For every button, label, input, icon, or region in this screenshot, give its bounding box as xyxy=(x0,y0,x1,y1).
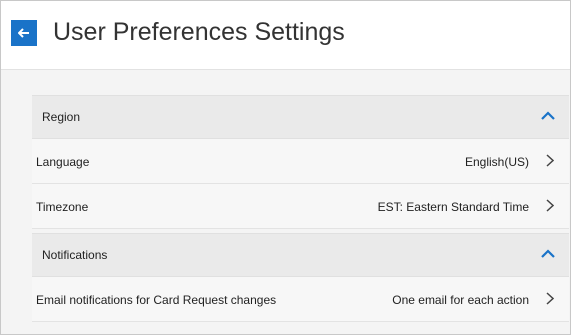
chevron-right-icon[interactable] xyxy=(546,199,554,212)
setting-row-timezone[interactable]: Timezone EST: Eastern Standard Time xyxy=(32,184,569,229)
setting-label: Timezone xyxy=(36,200,89,214)
arrow-left-icon xyxy=(18,28,29,38)
setting-row-email-notifications[interactable]: Email notifications for Card Request cha… xyxy=(32,277,569,322)
chevron-up-icon[interactable] xyxy=(541,111,555,121)
setting-value: EST: Eastern Standard Time xyxy=(377,200,529,214)
section-header-notifications[interactable]: Notifications xyxy=(32,233,569,277)
chevron-right-icon[interactable] xyxy=(546,292,554,305)
setting-row-language[interactable]: Language English(US) xyxy=(32,139,569,184)
setting-value: One email for each action xyxy=(392,293,529,307)
section-title: Notifications xyxy=(42,248,108,262)
page-header: User Preferences Settings xyxy=(1,1,570,70)
chevron-up-icon[interactable] xyxy=(541,249,555,259)
back-button[interactable] xyxy=(11,20,37,46)
section-header-region[interactable]: Region xyxy=(32,95,569,139)
settings-window: User Preferences Settings Region Languag… xyxy=(0,0,571,335)
setting-label: Email notifications for Card Request cha… xyxy=(36,293,277,307)
section-title: Region xyxy=(42,110,81,124)
setting-value: English(US) xyxy=(464,155,529,169)
chevron-right-icon[interactable] xyxy=(546,154,554,167)
page-title: User Preferences Settings xyxy=(53,18,345,46)
settings-content: Region Language English(US) Timezone EST… xyxy=(32,95,569,322)
setting-label: Language xyxy=(36,155,90,169)
